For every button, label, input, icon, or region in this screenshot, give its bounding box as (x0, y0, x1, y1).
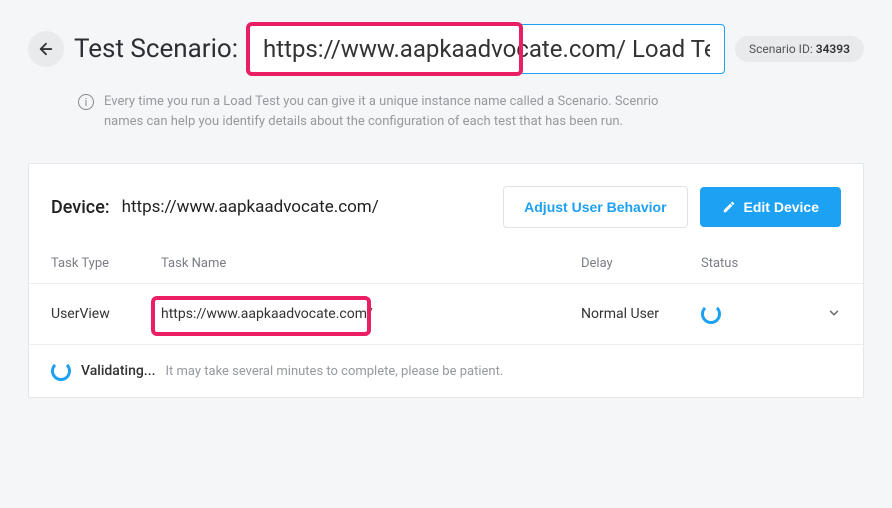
chevron-down-icon (827, 306, 841, 320)
device-label: Device: (51, 197, 110, 218)
back-button[interactable] (28, 31, 64, 67)
arrow-left-icon (37, 40, 55, 58)
scenario-name-input[interactable] (248, 24, 725, 74)
cell-task-name: https://www.aapkaadvocate.com/ (161, 306, 581, 322)
edit-device-label: Edit Device (744, 199, 819, 215)
edit-device-button[interactable]: Edit Device (700, 187, 841, 227)
cell-status (701, 304, 801, 324)
cell-task-type: UserView (51, 306, 161, 322)
expand-row-button[interactable] (801, 305, 841, 324)
scenario-id-value: 34393 (816, 42, 850, 56)
validating-label: Validating... (81, 363, 155, 379)
column-status: Status (701, 256, 801, 271)
validating-row: Validating... It may take several minute… (29, 345, 863, 397)
scenario-id-badge: Scenario ID: 34393 (735, 36, 864, 62)
adjust-user-behavior-button[interactable]: Adjust User Behavior (503, 186, 687, 228)
validating-note: It may take several minutes to complete,… (165, 364, 503, 379)
pencil-icon (722, 200, 736, 214)
column-task-type: Task Type (51, 256, 161, 271)
column-delay: Delay (581, 256, 701, 271)
scenario-id-label: Scenario ID: (749, 42, 813, 56)
spinner-icon (51, 361, 71, 381)
scenario-label: Test Scenario: (74, 34, 238, 64)
info-icon: i (78, 94, 94, 110)
task-table-header: Task Type Task Name Delay Status (29, 246, 863, 284)
info-text: Every time you run a Load Test you can g… (104, 92, 684, 131)
spinner-icon (701, 304, 721, 324)
device-card: Device: https://www.aapkaadvocate.com/ A… (28, 163, 864, 398)
cell-delay: Normal User (581, 306, 701, 322)
column-task-name: Task Name (161, 256, 581, 271)
table-row[interactable]: UserView https://www.aapkaadvocate.com/ … (29, 284, 863, 345)
device-url: https://www.aapkaadvocate.com/ (122, 197, 379, 217)
